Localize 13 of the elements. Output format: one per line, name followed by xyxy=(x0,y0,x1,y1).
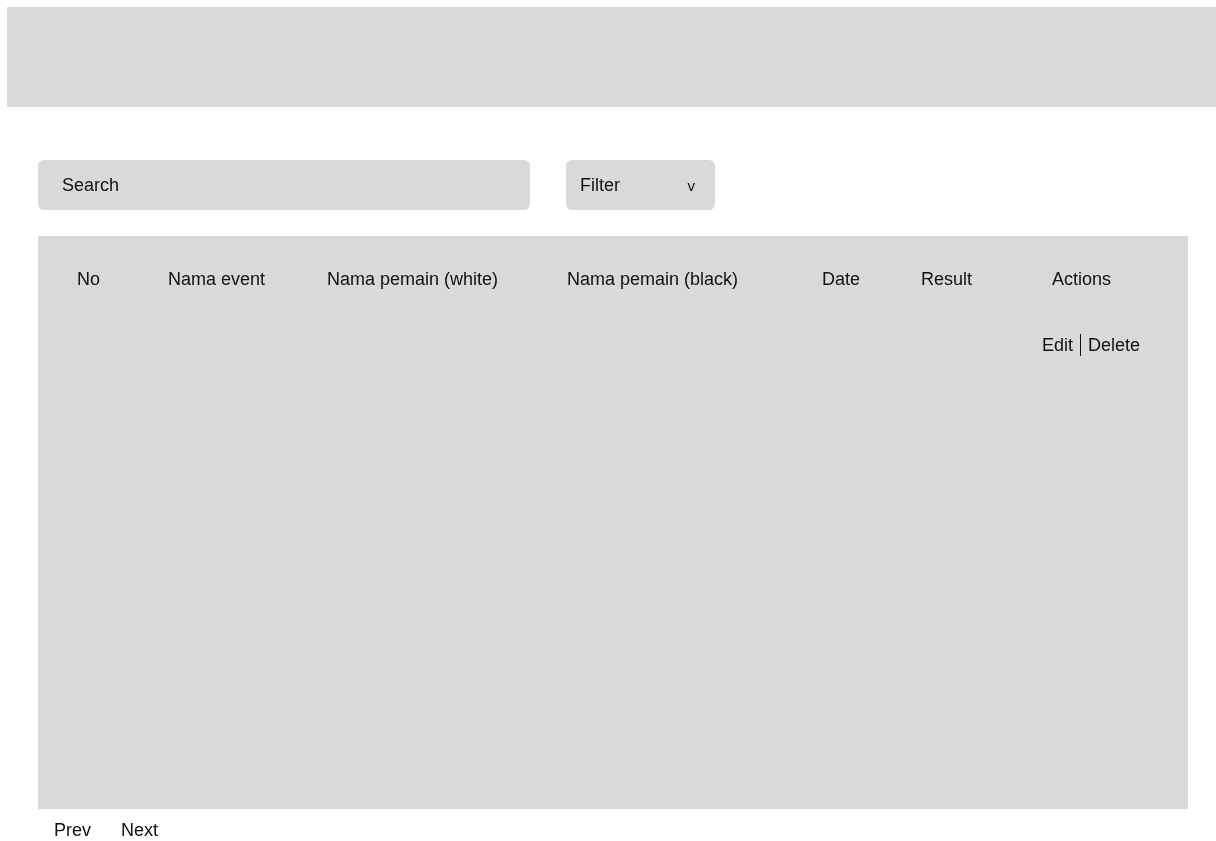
delete-link[interactable]: Delete xyxy=(1088,334,1141,356)
column-header: Nama pemain (white) xyxy=(327,269,500,290)
column-header: Nama pemain (black) xyxy=(567,269,740,290)
column-header: Nama event xyxy=(168,269,267,290)
column-header: Actions xyxy=(1052,269,1113,290)
prev-link[interactable]: Prev xyxy=(54,820,91,841)
column-header: Result xyxy=(921,269,974,290)
filter-dropdown[interactable]: Filter v xyxy=(566,160,715,210)
search-field[interactable]: Search xyxy=(38,160,530,210)
column-header: Date xyxy=(822,269,862,290)
edit-link[interactable]: Edit xyxy=(1042,334,1074,356)
next-link[interactable]: Next xyxy=(121,820,159,841)
column-header: No xyxy=(77,269,101,290)
